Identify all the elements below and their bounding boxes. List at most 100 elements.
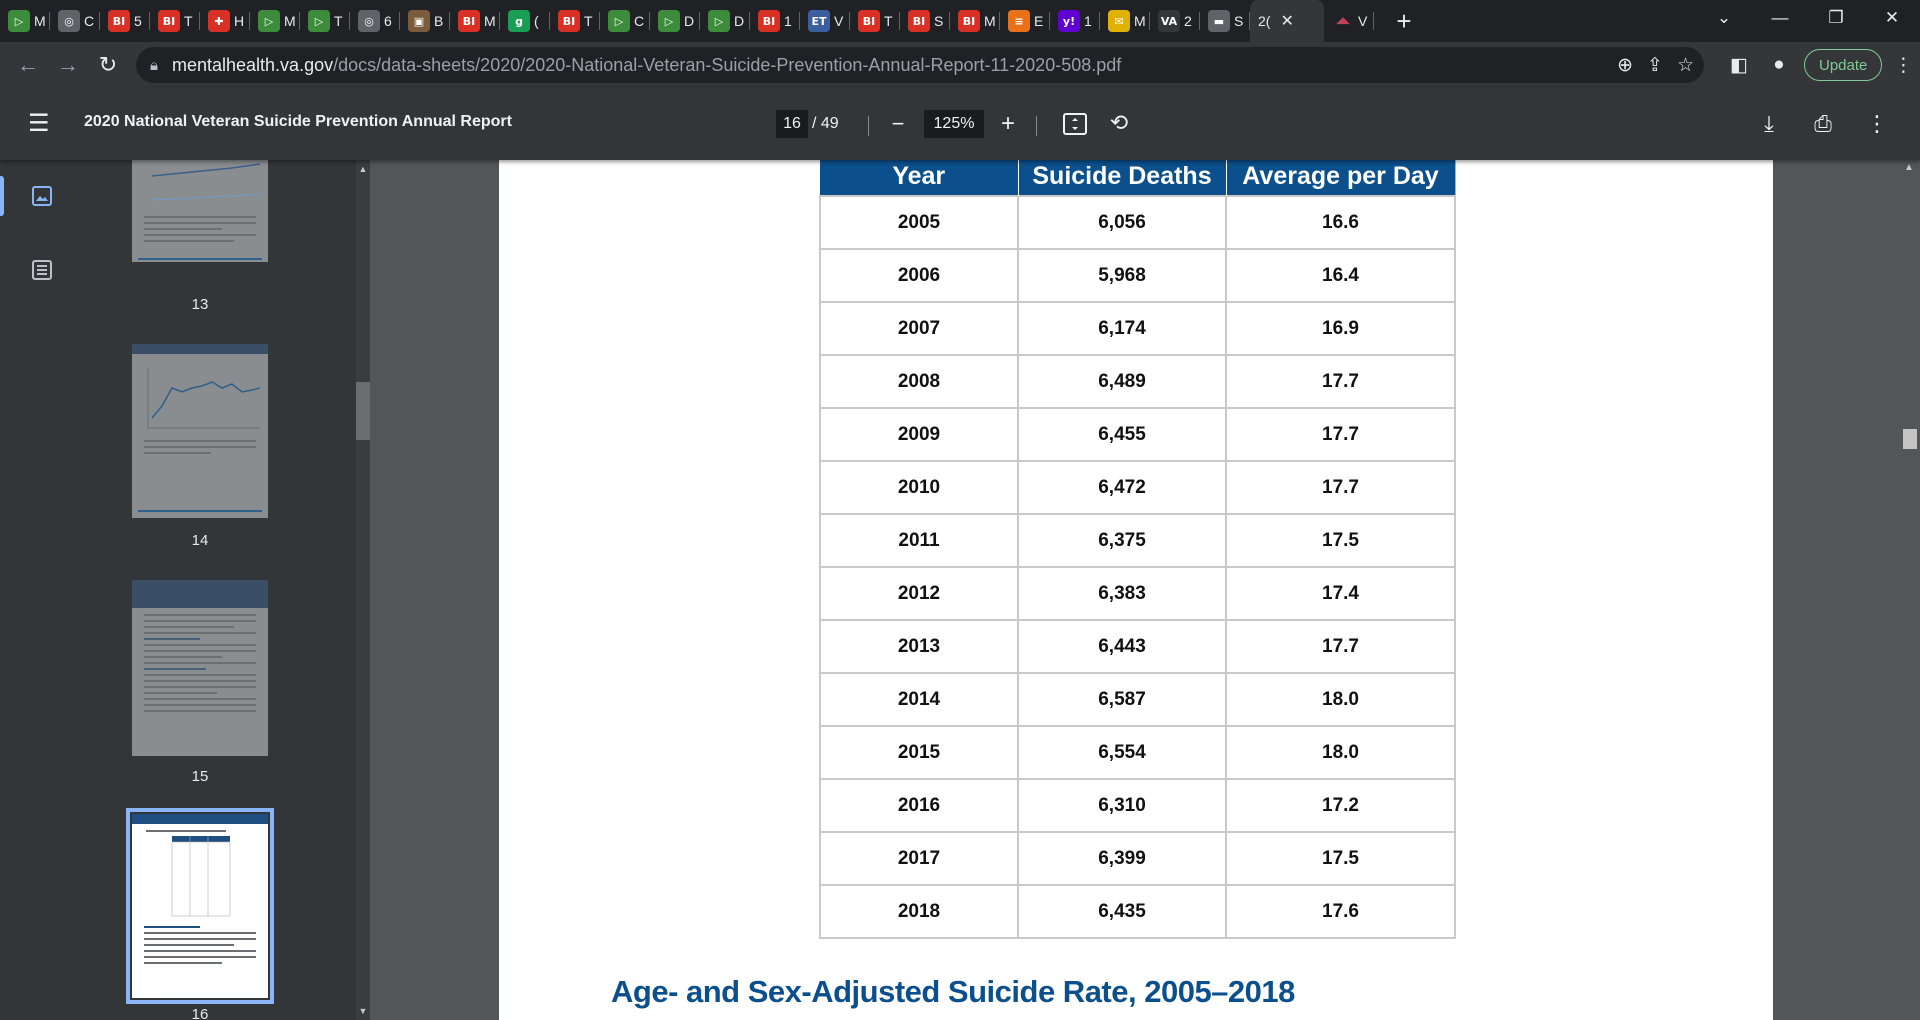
minimize-icon[interactable]: — — [1752, 0, 1808, 36]
bookmark-star-icon[interactable]: ☆ — [1677, 54, 1694, 77]
tab-title: V — [834, 13, 844, 29]
sidebar-scrollbar[interactable] — [356, 160, 370, 1020]
tab-title: C — [634, 13, 645, 29]
tab[interactable]: ≡ E — [1000, 0, 1050, 42]
page-thumbnail[interactable] — [132, 160, 268, 262]
fit-to-page-icon[interactable] — [1062, 112, 1088, 136]
sidebar-menu-icon[interactable]: ☰ — [28, 112, 52, 136]
tab[interactable]: ◢◣ V — [1324, 0, 1374, 42]
table-cell: 16.6 — [1225, 195, 1456, 250]
zoom-level-input[interactable]: 125% — [924, 110, 984, 138]
restore-icon[interactable]: ❐ — [1808, 0, 1864, 36]
tab-favicon-icon: ▷ — [8, 10, 30, 32]
tab-favicon-icon: g — [508, 10, 530, 32]
tab[interactable]: ◎ 6 — [350, 0, 400, 42]
active-tab[interactable]: 2( ✕ — [1250, 0, 1324, 42]
table-cell: 6,554 — [1017, 725, 1227, 780]
tab[interactable]: ✉ M — [1100, 0, 1150, 42]
tab-favicon-icon: ≡ — [1008, 10, 1030, 32]
tab[interactable]: ▷ C — [600, 0, 650, 42]
update-button[interactable]: Update — [1804, 49, 1883, 81]
tab-title: S — [1234, 13, 1244, 29]
thumbnails-tab[interactable] — [0, 172, 84, 220]
tab[interactable]: BI 1 — [750, 0, 800, 42]
close-window-icon[interactable]: ✕ — [1864, 0, 1920, 36]
rotate-icon[interactable]: ⟲ — [1106, 110, 1132, 136]
table-cell: 17.7 — [1225, 407, 1456, 462]
download-icon[interactable]: ⤓ — [1756, 110, 1782, 138]
tab[interactable]: BI T — [850, 0, 900, 42]
page-thumbnail[interactable] — [132, 580, 268, 756]
document-scrollbar-thumb[interactable] — [1903, 429, 1917, 449]
tab[interactable]: ▣ B — [400, 0, 450, 42]
tab-favicon-icon: ▷ — [308, 10, 330, 32]
table-cell: 17.6 — [1225, 884, 1456, 939]
scroll-up-icon[interactable]: ▲ — [356, 162, 370, 176]
page-number-input[interactable]: 16 — [776, 110, 808, 138]
back-icon[interactable]: ← — [8, 47, 48, 83]
tab[interactable]: BI T — [150, 0, 200, 42]
outline-tab[interactable] — [0, 246, 84, 294]
print-icon[interactable]: ⎙ — [1810, 110, 1836, 138]
close-tab-icon[interactable]: ✕ — [1280, 11, 1293, 31]
tab[interactable]: ▷ T — [300, 0, 350, 42]
share-icon[interactable]: ⇪ — [1647, 54, 1663, 77]
new-tab-button[interactable]: + — [1386, 3, 1422, 39]
tab-favicon-icon: ✉ — [1108, 10, 1130, 32]
thumbnail-text — [144, 614, 256, 716]
sidebar-scrollbar-thumb[interactable] — [356, 382, 370, 440]
page-thumbnail[interactable] — [132, 344, 268, 518]
forward-icon[interactable]: → — [48, 47, 88, 83]
table-cell: 2007 — [819, 301, 1019, 356]
browser-menu-icon[interactable]: ⋮ — [1892, 54, 1914, 77]
tab-search-icon[interactable]: ⌄ — [1696, 0, 1752, 36]
address-bar[interactable]: 🔒︎ mentalhealth.va.gov/docs/data-sheets/… — [136, 47, 1704, 83]
tab-title: D — [734, 13, 745, 29]
tab-title: 1 — [784, 13, 792, 29]
lock-icon[interactable]: 🔒︎ — [150, 57, 158, 74]
document-scrollbar[interactable] — [1898, 160, 1920, 1020]
zoom-icon[interactable]: ⊕ — [1617, 54, 1633, 77]
more-options-icon[interactable]: ⋮ — [1864, 110, 1890, 138]
tab-title: M — [34, 13, 46, 29]
zoom-in-icon[interactable]: + — [994, 110, 1022, 138]
tab[interactable]: VA 2 — [1150, 0, 1200, 42]
tab-favicon-icon: ◎ — [58, 10, 80, 32]
tab[interactable]: ▷ D — [700, 0, 750, 42]
thumbnail-table — [146, 830, 231, 917]
tab[interactable]: BI 5 — [100, 0, 150, 42]
table-cell: 6,472 — [1017, 460, 1227, 515]
tab[interactable]: ▷ M — [250, 0, 300, 42]
page-total: / 49 — [812, 115, 839, 132]
tab-favicon-icon: ▷ — [258, 10, 280, 32]
reload-icon[interactable]: ↻ — [88, 47, 128, 83]
tab[interactable]: g( — [500, 0, 550, 42]
tab-title: ( — [534, 13, 539, 29]
table-cell: 2009 — [819, 407, 1019, 462]
table-row: 2017 6,399 17.5 — [819, 831, 1456, 886]
tab[interactable]: BI T — [550, 0, 600, 42]
table-cell: 2014 — [819, 672, 1019, 727]
table-row: 2005 6,056 16.6 — [819, 195, 1456, 250]
scroll-down-icon[interactable]: ▼ — [356, 1004, 370, 1018]
tab[interactable]: BI M — [450, 0, 500, 42]
tab[interactable]: ✚ H — [200, 0, 250, 42]
tab[interactable]: ▷ M — [0, 0, 50, 42]
thumbnail-label: 13 — [191, 296, 209, 313]
table-row: 2007 6,174 16.9 — [819, 301, 1456, 356]
table-cell: 6,174 — [1017, 301, 1227, 356]
tab[interactable]: BI M — [950, 0, 1000, 42]
table-row: 2011 6,375 17.5 — [819, 513, 1456, 568]
thumbnail-chart — [147, 368, 261, 429]
tab[interactable]: ◎ C — [50, 0, 100, 42]
profile-icon[interactable]: ● — [1764, 54, 1794, 76]
tab[interactable]: ET V — [800, 0, 850, 42]
tab[interactable]: BI S — [900, 0, 950, 42]
tab[interactable]: ▬ S — [1200, 0, 1250, 42]
side-panel-icon[interactable]: ◧ — [1724, 54, 1754, 77]
page-thumbnail-selected[interactable] — [126, 808, 274, 1004]
tab[interactable]: ▷ D — [650, 0, 700, 42]
scroll-up-icon[interactable]: ▲ — [1902, 162, 1916, 173]
tab[interactable]: y! 1 — [1050, 0, 1100, 42]
zoom-out-icon[interactable]: − — [884, 110, 912, 138]
